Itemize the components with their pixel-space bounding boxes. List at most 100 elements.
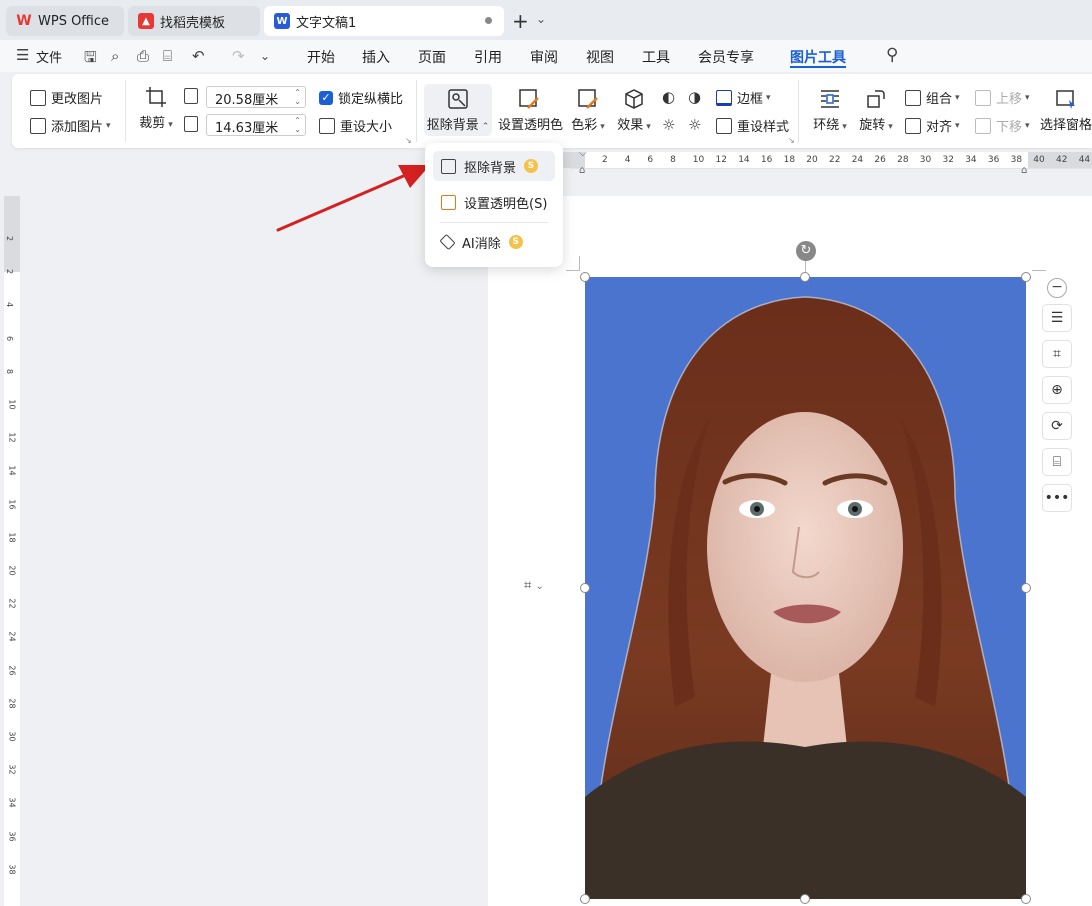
menu-page[interactable]: 页面	[418, 47, 446, 67]
wps-logo-icon: W	[16, 13, 32, 29]
lock-ratio-checkbox[interactable]: ✓ 锁定纵横比	[319, 88, 403, 107]
layout-options-button[interactable]: ⌗ ⌄	[524, 578, 560, 598]
print-preview-icon[interactable]: ⌸	[163, 47, 172, 65]
remove-background-button[interactable]: 抠除背景 ⌃	[424, 84, 492, 136]
chevron-down-icon: ▾	[955, 120, 960, 131]
undo-icon[interactable]: ↶	[192, 47, 205, 65]
hamburger-icon[interactable]: ☰	[16, 46, 29, 64]
print-icon[interactable]: ⎙	[137, 47, 149, 65]
chevron-down-icon[interactable]: ⌄	[260, 49, 270, 63]
menu-view[interactable]: 视图	[586, 47, 614, 67]
menu-picture-tools[interactable]: 图片工具	[790, 47, 846, 67]
dropdown-item-remove-bg[interactable]: 抠除背景 S	[433, 151, 555, 181]
ruler-tick-label: 2	[602, 155, 608, 165]
ruler-tick-label: 22	[829, 155, 841, 165]
save-icon[interactable]: 🖫	[84, 47, 97, 72]
border-button[interactable]: 边框 ▾	[716, 88, 771, 107]
menu-review[interactable]: 审阅	[530, 47, 558, 67]
brightness-down-icon[interactable]: ☼	[662, 116, 675, 134]
ruler-tick-label: 2	[5, 269, 15, 275]
reset-size-button[interactable]: 重设大小	[319, 116, 392, 135]
change-picture-button[interactable]: 更改图片	[30, 88, 103, 107]
menu-member[interactable]: 会员专享	[698, 47, 754, 67]
indent-marker-icon[interactable]: ⌂	[579, 165, 585, 176]
dropdown-item-label: AI消除	[462, 236, 501, 252]
menu-references[interactable]: 引用	[474, 47, 502, 67]
group-button[interactable]: 组合 ▾	[905, 88, 960, 107]
send-backward-button[interactable]: 下移 ▾	[975, 116, 1030, 135]
chevron-down-icon[interactable]: ⌄	[536, 12, 546, 26]
collapse-toolbar-icon[interactable]: −	[1047, 278, 1067, 298]
resize-handle[interactable]	[580, 583, 590, 593]
docer-icon: ▲	[138, 13, 154, 29]
menu-home[interactable]: 开始	[307, 47, 335, 67]
chevron-down-icon: ▾	[888, 122, 893, 132]
resize-handle[interactable]	[580, 272, 590, 282]
coin-icon: S	[508, 235, 523, 249]
height-input[interactable]: 14.63厘米 ⌃ ⌄	[206, 114, 306, 136]
dropdown-item-ai-erase[interactable]: AI消除 S	[433, 227, 555, 257]
new-tab-button[interactable]: +	[512, 9, 529, 33]
expand-dialog-icon[interactable]: ↘	[788, 136, 795, 145]
send-backward-label: 下移	[996, 120, 1023, 135]
spinner-arrows-icon[interactable]: ⌃ ⌄	[294, 116, 301, 134]
resize-handle[interactable]	[800, 894, 810, 904]
resize-handle[interactable]	[580, 894, 590, 904]
share-icon[interactable]: ⌕	[111, 47, 119, 65]
ruler-tick-label: 36	[987, 155, 1000, 165]
ruler-tick-label: 26	[7, 665, 17, 676]
bring-forward-button[interactable]: 上移 ▾	[975, 88, 1030, 107]
reset-style-icon	[716, 117, 732, 134]
menu-insert[interactable]: 插入	[362, 47, 390, 67]
ruler-tick-label: 14	[738, 155, 750, 165]
resize-handle[interactable]	[1021, 894, 1031, 904]
resize-handle[interactable]	[1021, 583, 1031, 593]
page-corner-mark	[1032, 270, 1046, 271]
ocr-extract-icon[interactable]: ⌸	[1042, 448, 1072, 476]
reset-style-button[interactable]: 重设样式	[716, 116, 789, 135]
resize-handle[interactable]	[1021, 272, 1031, 282]
set-transparent-button[interactable]: 设置透明色	[498, 88, 563, 133]
right-indent-marker-icon[interactable]: ⌂	[1021, 165, 1027, 176]
tab-docer-templates[interactable]: ▲ 找稻壳模板	[128, 6, 260, 36]
expand-dialog-icon[interactable]: ↘	[405, 136, 412, 145]
height-icon	[184, 116, 203, 132]
menu-tools[interactable]: 工具	[642, 47, 670, 67]
rotate-float-icon[interactable]: ⟳	[1042, 412, 1072, 440]
tab-wps-office[interactable]: W WPS Office	[6, 6, 124, 36]
crop-float-icon[interactable]: ⌗	[1042, 340, 1072, 368]
contrast-icon[interactable]: ◑	[688, 88, 701, 106]
selected-picture[interactable]	[585, 277, 1026, 899]
effects-button[interactable]: 效果 ▾	[616, 88, 652, 133]
more-options-icon[interactable]: •••	[1042, 484, 1072, 512]
resize-handle[interactable]	[800, 272, 810, 282]
selection-pane-button[interactable]: 选择窗格	[1040, 88, 1092, 133]
menu-file[interactable]: 文件	[36, 47, 62, 66]
rotate-handle-icon[interactable]: ↻	[796, 241, 816, 261]
unsaved-dot-icon[interactable]	[485, 17, 492, 24]
dropdown-item-set-transparent[interactable]: 设置透明色(S)	[433, 187, 555, 217]
chevron-down-icon: ▾	[955, 92, 960, 103]
color-button[interactable]: 色彩 ▾	[570, 88, 606, 133]
rotate-button[interactable]: 旋转 ▾	[856, 88, 896, 133]
wrap-text-float-icon[interactable]: ☰	[1042, 304, 1072, 332]
brightness-up-icon[interactable]: ◐	[662, 88, 675, 106]
ruler-tick-label: 6	[5, 335, 15, 341]
contrast-down-icon[interactable]: ☼	[688, 116, 701, 134]
width-icon	[184, 88, 203, 104]
align-button[interactable]: 对齐 ▾	[905, 116, 960, 135]
tab-document[interactable]: W 文字文稿1	[264, 6, 504, 36]
ruler-tick-label: 20	[7, 565, 17, 576]
search-icon[interactable]: ⚲	[886, 45, 898, 65]
width-input[interactable]: 20.58厘米 ⌃ ⌄	[206, 86, 306, 108]
indent-marker-icon[interactable]: ⌵	[579, 148, 587, 159]
group-label: 组合	[926, 92, 953, 107]
ruler-tick-label: 12	[7, 432, 17, 443]
zoom-in-icon[interactable]: ⊕	[1042, 376, 1072, 404]
spinner-arrows-icon[interactable]: ⌃ ⌄	[294, 88, 301, 106]
redo-icon[interactable]: ↷	[232, 47, 245, 65]
crop-button[interactable]: 裁剪 ▾	[138, 86, 174, 131]
ribbon-divider	[798, 80, 799, 142]
add-picture-button[interactable]: 添加图片 ▾	[30, 116, 111, 135]
wrap-button[interactable]: 环绕 ▾	[810, 88, 850, 133]
